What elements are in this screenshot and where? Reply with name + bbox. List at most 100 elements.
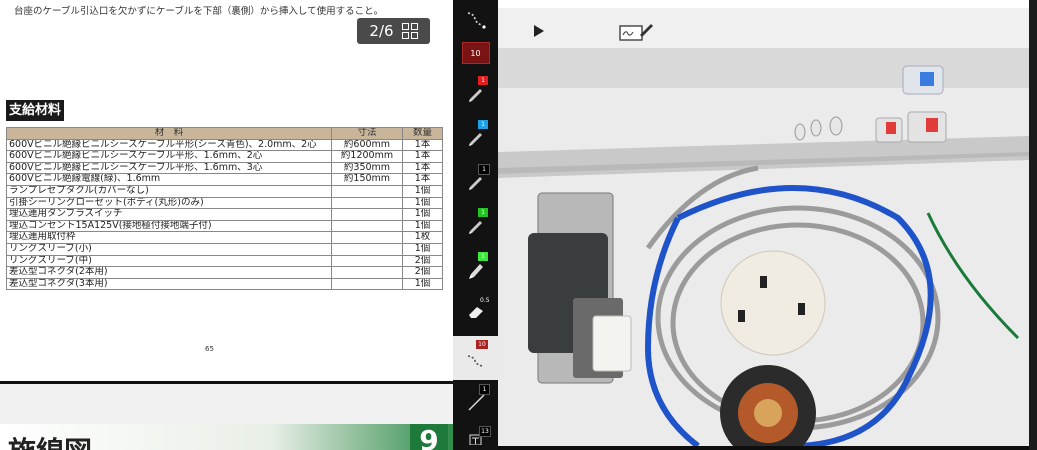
cell-size <box>331 219 403 233</box>
table-row: 600Vビニル絶縁電線(緑)、1.6mm 約150mm 1本 <box>6 173 443 186</box>
pen-black-badge: 1 <box>478 164 490 175</box>
tumbler-switch <box>592 315 632 372</box>
next-page-heading: 施線図 <box>8 430 92 450</box>
materials-table: 材 料 寸法 数量 600Vビニル絶縁ビニルシースケーブル平形(シース青色)、2… <box>6 127 443 291</box>
text-badge: 13 <box>479 426 491 437</box>
cell-material: リングスリーブ(中) <box>6 254 332 268</box>
pen-red-badge: 1 <box>478 76 488 85</box>
cell-material: 差込型コネクタ(3本用) <box>6 277 332 291</box>
table-row: 埋込連用取付枠 1枚 <box>6 231 443 244</box>
pen-red[interactable]: 1 <box>453 76 498 110</box>
cell-material: 埋込連用タンブラスイッチ <box>6 208 332 221</box>
pen-icon <box>468 221 482 234</box>
table-row: 埋込連用タンブラスイッチ 1個 <box>6 208 443 221</box>
table-row: 600Vビニル絶縁ビニルシースケーブル平形(シース青色)、2.0mm、2心 約60… <box>6 138 443 152</box>
next-page-number: 9 <box>410 424 448 450</box>
line-tool[interactable]: 1 <box>453 384 498 420</box>
grid-view-icon[interactable] <box>401 23 418 39</box>
connector-red-release-b <box>926 118 938 132</box>
ring-sleeve <box>829 116 843 136</box>
signature-icon[interactable] <box>618 21 654 43</box>
cell-qty: 1個 <box>402 242 443 256</box>
cell-size <box>331 184 403 198</box>
video-panel <box>498 0 1037 450</box>
cell-size <box>331 208 403 221</box>
photo-back-wall <box>498 48 1029 88</box>
highlighter-green[interactable]: 1 <box>453 252 498 288</box>
pen-blue[interactable]: 1 <box>453 120 498 154</box>
connector-blue-release <box>920 72 934 86</box>
pen-green[interactable]: 1 <box>453 208 498 242</box>
cell-qty: 2個 <box>402 254 443 268</box>
table-row: 差込型コネクタ(2本用) 2個 <box>6 266 443 279</box>
cell-material: ランプレセプタクル(カバーなし) <box>6 184 332 198</box>
cell-size <box>331 196 403 210</box>
cell-qty: 1本 <box>402 161 443 175</box>
cell-size: 約350mm <box>331 161 403 175</box>
cell-qty: 1枚 <box>402 231 443 244</box>
cell-material: リングスリーブ(小) <box>6 242 332 256</box>
cell-size: 約1200mm <box>331 150 403 163</box>
cell-size <box>331 242 403 256</box>
table-row: 600Vビニル絶縁ビニルシースケーブル平形、1.6mm、3心 約350mm 1本 <box>6 161 443 175</box>
cell-qty: 1個 <box>402 277 443 291</box>
cell-qty: 1個 <box>402 196 443 210</box>
cell-qty: 1個 <box>402 184 443 198</box>
cell-material: 埋込コンセント15A125V(接地極付接地端子付) <box>6 219 332 233</box>
cell-size <box>331 231 403 244</box>
cell-qty: 2個 <box>402 266 443 279</box>
text-tool[interactable]: 13 <box>453 424 498 450</box>
ring-sleeve <box>794 123 806 141</box>
table-row: 引掛シーリングローゼット(ボディ(丸形)のみ) 1個 <box>6 196 443 210</box>
materials-photo <box>498 48 1029 446</box>
rosette-slot <box>760 276 767 288</box>
pen-icon <box>468 133 482 146</box>
header-material: 材 料 <box>6 127 332 140</box>
lasso-active-badge: 10 <box>476 340 488 349</box>
page-number: 65 <box>205 345 214 353</box>
ring-sleeve <box>810 119 822 137</box>
pen-blue-badge: 1 <box>478 120 488 129</box>
page-counter[interactable]: 2/6 <box>357 18 430 44</box>
pen-black[interactable]: 1 <box>453 164 498 198</box>
cell-qty: 1個 <box>402 208 443 221</box>
document-note: 台座のケーブル引込口を欠かずにケーブルを下部（裏側）から挿入して使用すること。 <box>14 6 384 17</box>
table-header-row: 材 料 寸法 数量 <box>6 127 443 140</box>
page-counter-text: 2/6 <box>369 22 394 40</box>
highlighter-icon <box>468 264 483 279</box>
table-row: 埋込コンセント15A125V(接地極付接地端子付) 1個 <box>6 219 443 233</box>
table-row: ランプレセプタクル(カバーなし) 1個 <box>6 184 443 198</box>
rosette-slot <box>738 310 745 322</box>
lasso-tool-active[interactable]: 10 <box>453 336 498 380</box>
lasso-tool[interactable] <box>453 2 498 36</box>
video-top-strip <box>498 0 1037 8</box>
connector-red-release-a <box>886 122 896 134</box>
cell-material: 600Vビニル絶縁ビニルシースケーブル平形、1.6mm、2心 <box>6 150 332 163</box>
rosette-body <box>720 250 826 356</box>
receptacle-contact <box>754 399 782 427</box>
lasso-icon <box>467 12 486 29</box>
pen-green-badge: 1 <box>478 208 488 217</box>
size-selector[interactable]: 10 <box>453 42 498 64</box>
ceiling-rosette <box>720 250 826 356</box>
document-panel: 台座のケーブル引込口を欠かずにケーブルを下部（裏側）から挿入して使用すること。 … <box>0 0 453 450</box>
rosette-slot <box>798 303 805 315</box>
cell-material: 600Vビニル絶縁電線(緑)、1.6mm <box>6 173 332 186</box>
cell-size: 約600mm <box>331 138 403 152</box>
header-qty: 数量 <box>402 127 443 140</box>
cell-qty: 1本 <box>402 138 443 152</box>
lasso-icon <box>467 355 482 367</box>
cell-material: 埋込連用取付枠 <box>6 231 332 244</box>
cell-material: 600Vビニル絶縁ビニルシースケーブル平形(シース青色)、2.0mm、2心 <box>6 138 332 152</box>
cell-size <box>331 254 403 268</box>
eraser-tool[interactable]: 0.5 <box>453 296 498 326</box>
cell-material: 引掛シーリングローゼット(ボディ(丸形)のみ) <box>6 196 332 210</box>
table-row: リングスリーブ(小) 1個 <box>6 242 443 256</box>
play-icon[interactable] <box>533 24 545 38</box>
cell-qty: 1本 <box>402 150 443 163</box>
annotation-toolbar: 10 1 1 1 1 1 0.5 10 1 13 <box>453 0 498 450</box>
section-title: 支給材料 <box>6 100 65 121</box>
video-controls <box>498 8 1037 50</box>
right-edge <box>1029 0 1037 450</box>
cell-material: 600Vビニル絶縁ビニルシースケーブル平形、1.6mm、3心 <box>6 161 332 175</box>
